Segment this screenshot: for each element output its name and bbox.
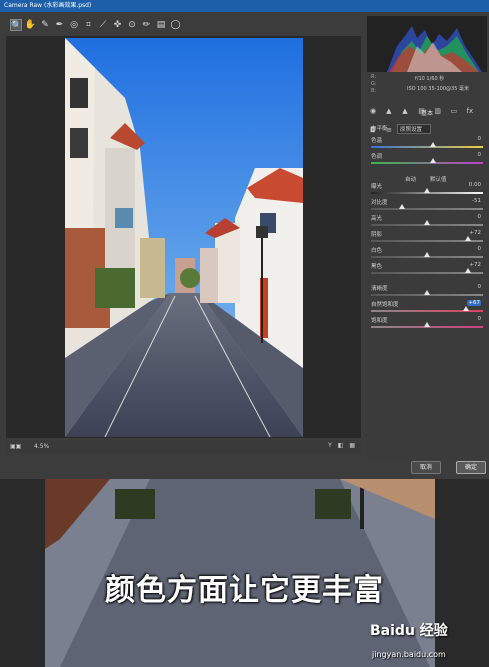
window-title: Camera Raw (水彩画效果.psd)	[0, 0, 489, 12]
blacks-slider-thumb[interactable]	[465, 268, 472, 273]
contrast-label: 对比度	[371, 200, 388, 206]
contrast-slider-track[interactable]	[371, 208, 483, 210]
slider-row-highlights: 高光 0	[371, 214, 483, 230]
vibrance-value[interactable]: +67	[467, 300, 481, 306]
hand-tool-icon[interactable]: ✋	[25, 19, 37, 31]
aperture-shutter: f/10 1/60 秒	[415, 76, 445, 82]
clarity-slider-thumb[interactable]	[424, 290, 430, 295]
view-mode-icons[interactable]: Y ◧ ▦	[328, 442, 357, 449]
slider-row-shadows: 阴影 +72	[371, 230, 483, 246]
panel-title: 基本	[420, 110, 433, 117]
red-eye-tool-icon[interactable]: ⊙	[126, 19, 138, 31]
camera-raw-window: Camera Raw (水彩画效果.psd) 🔍 ✋ ✎ ✒ ◎ ⌗ ⟋ ✜ ⊙ ✏ ▤ ◯	[0, 0, 489, 479]
tint-slider-track[interactable]	[371, 162, 483, 164]
clarity-label: 清晰度	[371, 286, 388, 292]
slider-row-saturation: 饱和度 0	[371, 316, 483, 332]
preview-bottom-bar: ▣▣ 4.5% Y ◧ ▦	[6, 440, 361, 454]
contrast-slider-thumb[interactable]	[399, 204, 406, 209]
ok-button[interactable]: 确定	[456, 461, 486, 474]
rgb-readout: R: G: B:	[371, 74, 377, 94]
slider-row-blacks: 黑色 +72	[371, 262, 483, 278]
saturation-value[interactable]: 0	[478, 316, 482, 322]
contrast-value[interactable]: -51	[472, 198, 481, 204]
video-caption: 颜色方面让它更丰富	[105, 573, 384, 608]
shadows-slider-thumb[interactable]	[465, 236, 472, 241]
targeted-adjustment-tool-icon[interactable]: ◎	[68, 19, 80, 31]
highlights-slider-thumb[interactable]	[424, 220, 430, 225]
temp-slider-thumb[interactable]	[429, 142, 436, 147]
panel-tabs: ◉ ▲ ▲ ▤ ▥ ▭ fx ◘ ≡	[367, 98, 487, 134]
slider-row-vibrance: 自然饱和度 +67	[371, 300, 483, 316]
highlights-label: 高光	[371, 216, 383, 222]
camera-info: f/10 1/60 秒 ISO 100 35-100@35 毫米 R: G: B:	[367, 72, 487, 98]
white-balance-select[interactable]: 原照设置	[397, 124, 432, 134]
zoom-level[interactable]: 4.5%	[34, 443, 49, 450]
highlights-value[interactable]: 0	[478, 214, 482, 220]
slider-row-temp: 色温 0	[371, 136, 483, 152]
iso-focal: ISO 100 35-100@35 毫米	[407, 86, 469, 92]
saturation-slider-thumb[interactable]	[424, 322, 430, 327]
whites-label: 白色	[371, 248, 383, 254]
default-link[interactable]: 默认值	[430, 175, 447, 183]
tint-slider-thumb[interactable]	[429, 158, 436, 163]
spot-removal-tool-icon[interactable]: ✜	[112, 19, 124, 31]
white-balance-row: 白平衡 原照设置	[371, 124, 483, 134]
saturation-label: 饱和度	[371, 318, 388, 324]
slider-row-whites: 白色 0	[371, 246, 483, 262]
crop-tool-icon[interactable]: ⌗	[83, 19, 95, 31]
white-balance-label: 白平衡	[371, 126, 388, 132]
shadows-label: 阴影	[371, 232, 383, 238]
clarity-value[interactable]: 0	[478, 284, 482, 290]
slider-row-clarity: 清晰度 0	[371, 284, 483, 300]
whites-value[interactable]: 0	[478, 246, 482, 252]
white-balance-tool-icon[interactable]: ✎	[39, 19, 51, 31]
filmstrip-icon[interactable]: ▣▣	[10, 443, 21, 450]
slider-row-contrast: 对比度 -51	[371, 198, 483, 214]
tint-label: 色调	[371, 154, 383, 160]
preview-photo	[65, 38, 303, 437]
temp-label: 色温	[371, 138, 383, 144]
baidu-watermark: Baidu 经验	[370, 623, 448, 639]
cancel-button[interactable]: 取消	[411, 461, 441, 474]
slider-row-tint: 色调 0	[371, 152, 483, 168]
whites-slider-thumb[interactable]	[424, 252, 430, 257]
blacks-label: 黑色	[371, 264, 383, 270]
color-sampler-tool-icon[interactable]: ✒	[54, 19, 66, 31]
zoom-tool-icon[interactable]: 🔍	[10, 19, 22, 31]
tint-value[interactable]: 0	[478, 152, 482, 158]
exposure-label: 曝光	[371, 184, 383, 190]
auto-link[interactable]: 自动	[405, 175, 416, 183]
straighten-tool-icon[interactable]: ⟋	[97, 19, 109, 31]
street-photo-image	[65, 38, 303, 437]
vibrance-label: 自然饱和度	[371, 302, 399, 308]
adjustment-brush-icon[interactable]: ✏	[141, 19, 153, 31]
baidu-watermark-url: jingyan.baidu.com	[372, 650, 446, 659]
toolbar: 🔍 ✋ ✎ ✒ ◎ ⌗ ⟋ ✜ ⊙ ✏ ▤ ◯	[0, 14, 365, 36]
exposure-slider-thumb[interactable]	[424, 188, 430, 193]
temp-slider-track[interactable]	[371, 146, 483, 148]
slider-row-exposure: 曝光 0.00	[371, 182, 483, 198]
histogram	[367, 16, 487, 72]
temp-value[interactable]: 0	[478, 136, 482, 142]
radial-filter-icon[interactable]: ◯	[170, 19, 182, 31]
graduated-filter-icon[interactable]: ▤	[155, 19, 167, 31]
exposure-value[interactable]: 0.00	[469, 182, 481, 188]
vibrance-slider-thumb[interactable]	[463, 306, 470, 311]
